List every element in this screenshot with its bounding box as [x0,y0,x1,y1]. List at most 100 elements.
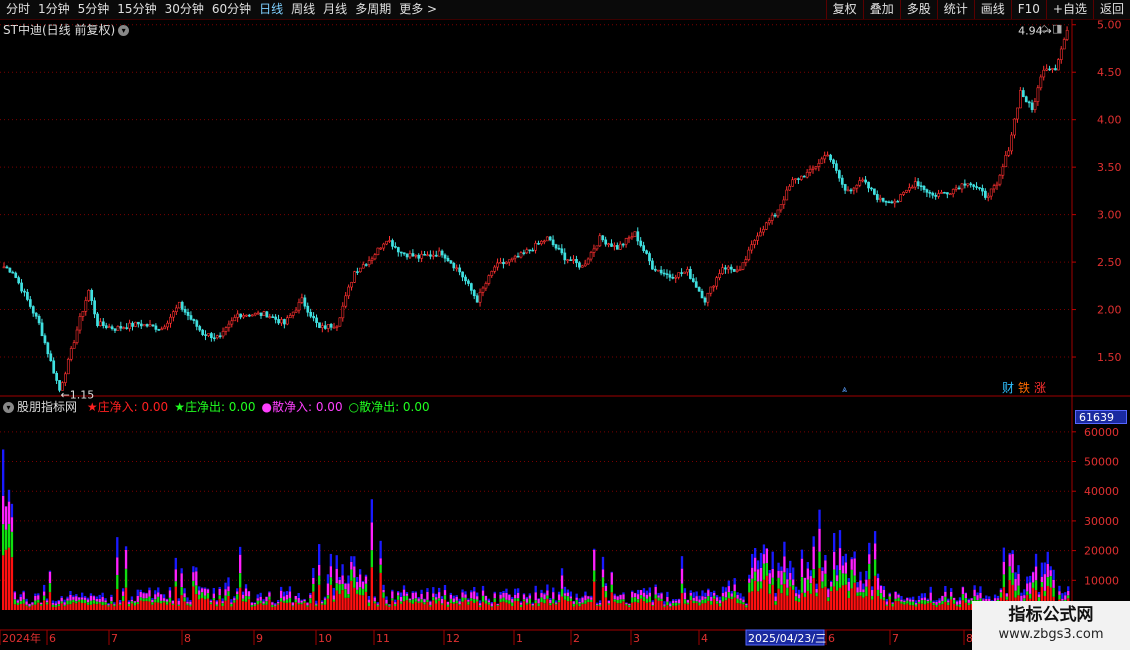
bar-green [666,601,669,606]
bar-green [674,602,678,606]
bar-magenta [578,601,581,604]
candle-body [78,316,82,331]
bar-magenta [847,581,850,591]
bar-blue [487,598,491,601]
bar-blue [622,592,625,595]
bar-blue [516,588,520,593]
bar-green [1067,595,1070,599]
bar-magenta [124,549,128,569]
bar-blue [221,598,224,602]
bar-magenta [920,598,924,601]
bar-green [862,592,865,598]
badge-1[interactable]: 铁 [1017,381,1031,395]
bar-red [701,603,704,610]
bar-blue [859,571,862,581]
bar-green [107,605,110,607]
candle-body [507,259,511,263]
bar-blue [473,586,476,592]
bar-red [318,584,321,610]
bar-green [598,604,602,607]
bar-green [443,595,447,600]
bar-green [557,600,561,603]
chevron-down-icon[interactable]: ▾ [3,402,14,413]
bar-magenta [1017,573,1020,586]
bar-green [888,596,891,600]
candle-body [946,192,949,195]
candle-body [31,306,35,314]
bar-blue [344,582,347,584]
candle-body [855,184,859,189]
bar-green [435,599,438,604]
candle-body [367,260,371,265]
bar-blue [370,499,374,523]
bar-magenta [1008,554,1011,567]
bar-green [701,599,704,604]
candle-body [464,276,467,282]
candle-body [359,267,362,273]
bar-green [768,583,771,594]
candle-body [142,324,146,327]
bar-green [318,575,321,585]
bar-green [865,586,868,597]
bar-blue [663,601,666,605]
bar-blue [364,574,368,577]
bar-red [786,595,789,610]
bar-blue [1061,593,1064,599]
bar-green [274,605,277,607]
candle-body [17,277,21,284]
bar-magenta [803,577,807,593]
bar-magenta [151,599,154,603]
bar-red [674,605,678,610]
bar-magenta [326,583,330,596]
bar-red [853,582,856,610]
bar-magenta [642,592,646,597]
date-label: 6 [49,632,56,645]
bar-red [124,587,128,610]
bar-blue [961,586,965,588]
bar-blue [575,593,578,598]
bar-red [713,598,716,610]
bar-blue [780,566,783,571]
candle-body [139,323,143,327]
candle-body [122,327,126,329]
bar-blue [944,586,947,592]
bar-green [60,601,63,604]
bar-blue [593,548,596,550]
bar-magenta [1034,566,1038,581]
bar-green [40,604,43,606]
kline-chart-canvas[interactable]: 5.004.504.003.503.002.502.001.5060000500… [0,0,1130,650]
candle-body [1036,87,1040,102]
badge-0[interactable]: 财 [1001,381,1015,395]
bar-blue [988,596,991,600]
bar-red [771,584,774,610]
bar-blue [244,584,248,589]
bar-green [271,604,274,608]
candle-body [1010,134,1014,152]
bar-blue [537,598,540,599]
bar-magenta [145,593,148,599]
bar-magenta [464,594,467,598]
badge-2[interactable]: 涨 [1033,381,1047,395]
bar-red [800,592,804,610]
bar-red [218,599,221,610]
bar-magenta [329,566,333,578]
bar-red [762,579,766,610]
indicator-toggle[interactable]: ▾ 股朋指标网 [3,400,77,414]
bar-green [1026,591,1029,595]
bar-magenta [748,578,751,583]
bar-green [838,570,842,588]
bar-magenta [300,600,303,603]
bar-blue [850,557,853,560]
bar-magenta [353,566,356,578]
bar-magenta [443,590,447,596]
bar-magenta [335,568,338,584]
bar-blue [60,596,63,598]
candle-body [975,186,978,188]
bar-magenta [838,548,842,571]
bar-green [651,605,654,607]
bar-red [397,599,400,610]
candle-body [566,259,570,261]
bar-green [277,603,280,605]
candle-body [338,317,342,327]
bar-green [165,601,169,605]
